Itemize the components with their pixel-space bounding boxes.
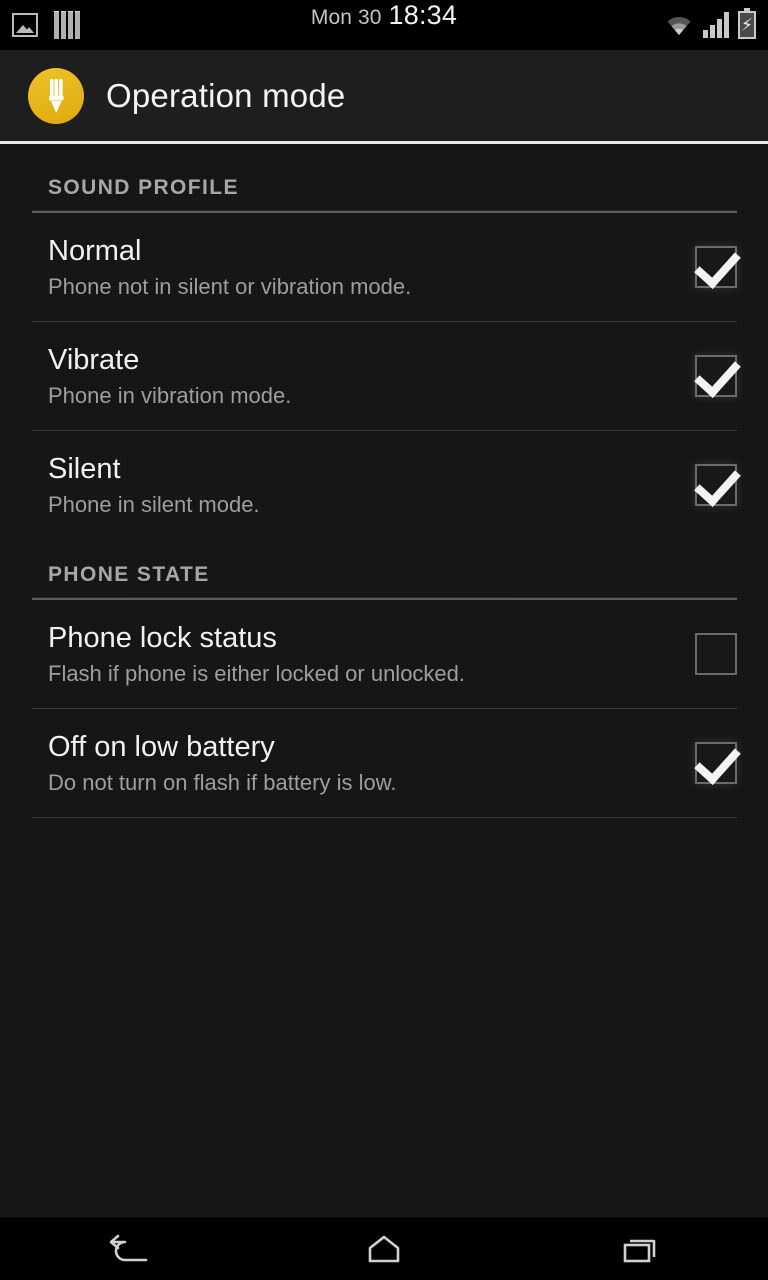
status-bar: Mon 30 18:34 ⚡ (0, 0, 768, 50)
status-bar-date: Mon 30 (310, 6, 382, 29)
battery-bolt-glyph: ⚡ (741, 15, 753, 35)
navigation-bar (0, 1217, 768, 1280)
home-button[interactable] (324, 1218, 444, 1280)
checkbox-vibrate[interactable] (695, 355, 737, 397)
status-bar-left-icons (12, 11, 80, 39)
settings-row-silent[interactable]: Silent Phone in silent mode. (0, 431, 768, 539)
back-button[interactable] (68, 1218, 188, 1280)
checkbox-silent[interactable] (695, 464, 737, 506)
row-text: Normal Phone not in silent or vibration … (48, 233, 671, 302)
settings-row-vibrate[interactable]: Vibrate Phone in vibration mode. (0, 322, 768, 430)
row-text: Vibrate Phone in vibration mode. (48, 342, 671, 411)
row-subtitle: Phone not in silent or vibration mode. (48, 273, 412, 299)
status-bar-time: 18:34 (388, 0, 458, 30)
section-header-label: SOUND PROFILE (48, 176, 239, 199)
row-title: Silent (48, 452, 121, 485)
action-bar: Operation mode (0, 50, 768, 144)
battery-charging-icon: ⚡ (738, 8, 756, 39)
equalizer-bars-icon (54, 11, 80, 39)
status-bar-right-icons: ⚡ (664, 0, 756, 50)
row-title: Off on low battery (48, 730, 275, 763)
screenshot-image-icon (12, 13, 38, 37)
wifi-icon (664, 13, 694, 37)
row-title: Phone lock status (48, 621, 277, 654)
row-title: Vibrate (48, 343, 140, 376)
status-bar-clock: Mon 30 18:34 (0, 0, 768, 50)
row-text: Phone lock status Flash if phone is eith… (48, 620, 671, 689)
page-title: Operation mode (106, 76, 346, 114)
section-sound-profile: SOUND PROFILE Normal Phone not in silent… (0, 152, 768, 539)
row-title: Normal (48, 234, 142, 267)
checkbox-normal[interactable] (695, 246, 737, 288)
row-divider (32, 817, 737, 818)
settings-row-off-on-low-battery[interactable]: Off on low battery Do not turn on flash … (0, 709, 768, 817)
row-text: Off on low battery Do not turn on flash … (48, 729, 671, 798)
recents-button[interactable] (580, 1218, 700, 1280)
phone-screen: Mon 30 18:34 ⚡ Operation mode SOUND PROF… (0, 0, 768, 1280)
section-phone-state: PHONE STATE Phone lock status Flash if p… (0, 539, 768, 818)
row-subtitle: Phone in silent mode. (48, 491, 260, 517)
row-subtitle: Phone in vibration mode. (48, 382, 292, 408)
section-header-label: PHONE STATE (48, 563, 210, 586)
settings-row-phone-lock-status[interactable]: Phone lock status Flash if phone is eith… (0, 600, 768, 708)
settings-row-normal[interactable]: Normal Phone not in silent or vibration … (0, 213, 768, 321)
row-subtitle: Flash if phone is either locked or unloc… (48, 660, 466, 686)
checkbox-off-on-low-battery[interactable] (695, 742, 737, 784)
row-subtitle: Do not turn on flash if battery is low. (48, 769, 397, 795)
cellular-signal-icon (703, 12, 729, 38)
row-text: Silent Phone in silent mode. (48, 451, 671, 520)
checkbox-phone-lock-status[interactable] (695, 633, 737, 675)
settings-list: SOUND PROFILE Normal Phone not in silent… (0, 144, 768, 1217)
flashlight-bulb-icon[interactable] (28, 67, 84, 124)
